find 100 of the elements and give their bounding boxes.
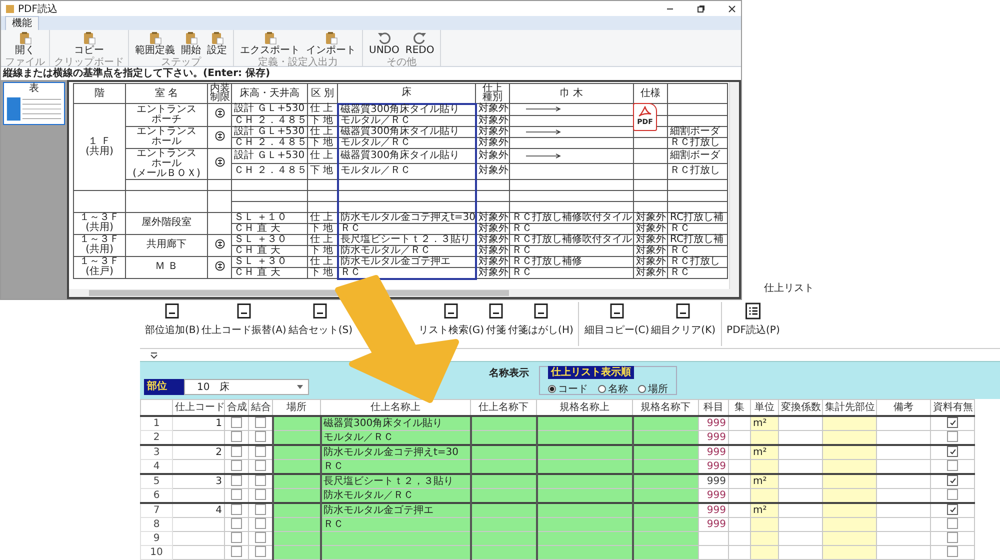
circled-mark-icon	[214, 157, 224, 167]
checkbox[interactable]	[947, 546, 958, 558]
radio-button[interactable]: 名称	[598, 382, 628, 396]
group-title: 仕上リスト表示順	[548, 366, 634, 379]
scrollbar[interactable]	[69, 289, 739, 297]
checkbox[interactable]	[231, 504, 242, 516]
checkbox[interactable]	[231, 489, 242, 500]
table-cell: 対象外	[636, 244, 666, 256]
ribbon-button[interactable]: 設定	[205, 31, 229, 56]
scrollbar[interactable]	[729, 82, 739, 289]
checkbox[interactable]	[254, 475, 266, 486]
checkbox[interactable]	[254, 431, 266, 442]
checkbox[interactable]	[947, 460, 958, 472]
table-cell: 細割ボーダ	[670, 126, 720, 136]
table-cell: 磁器質300角床タイル貼り	[340, 104, 460, 114]
ribbon-button[interactable]: エクスポート	[238, 31, 302, 56]
column-header: 変換係数	[781, 402, 821, 412]
column-header: 単位	[754, 402, 774, 412]
ribbon-button[interactable]: REDO	[403, 31, 436, 56]
close-icon[interactable]	[727, 4, 737, 14]
table-cell: ＣＨ ２．４８５	[234, 114, 308, 126]
radio-button[interactable]: 場所	[638, 382, 668, 396]
table-cell: モルタル／ＲＣ	[340, 165, 410, 176]
table-cell: 対象外	[478, 244, 508, 256]
table-cell: 対象外	[478, 150, 508, 161]
part-dropdown[interactable]: 10 床	[184, 379, 309, 395]
checkbox[interactable]	[231, 532, 242, 544]
table-cell: 999	[706, 418, 726, 428]
toolbar-button[interactable]: PDF読込(P)	[726, 302, 781, 338]
checkbox[interactable]	[947, 518, 958, 530]
table-cell: 磁器質300角床タイル貼り	[340, 150, 460, 161]
toolbar-button[interactable]: 細目クリア(K)	[650, 302, 717, 338]
toolbar-button[interactable]: 部位追加(B)	[144, 302, 201, 338]
room-name: 屋外階段室	[142, 217, 192, 228]
column-header: 備考	[894, 402, 914, 412]
checkbox[interactable]	[254, 546, 266, 558]
checkbox[interactable]	[231, 518, 242, 530]
table-cell: 1	[216, 418, 222, 428]
column-header: 内装制限	[210, 84, 230, 102]
checkbox[interactable]	[947, 417, 958, 428]
ribbon-button[interactable]: 開始	[179, 31, 203, 56]
table-cell: 対象外	[478, 256, 508, 266]
table-cell: モルタル／ＲＣ	[340, 136, 410, 148]
checkbox[interactable]	[254, 417, 266, 428]
checkbox[interactable]	[254, 446, 266, 458]
ribbon-button[interactable]: 範囲定義	[133, 31, 177, 56]
checkbox[interactable]	[254, 518, 266, 530]
column-header: 場所	[286, 402, 306, 412]
row-number: 4	[140, 460, 172, 474]
checkbox[interactable]	[231, 475, 242, 486]
page-thumbnail[interactable]: 表	[3, 82, 65, 125]
dropdown-icon[interactable]	[150, 351, 158, 360]
checkbox[interactable]	[947, 489, 958, 500]
ribbon-button[interactable]: インポート	[304, 31, 358, 56]
table-cell: RC打放し補	[670, 212, 724, 222]
checkbox[interactable]	[254, 489, 266, 500]
table-cell: 対象外	[478, 266, 508, 278]
checkbox[interactable]	[231, 460, 242, 472]
table-cell: 3	[216, 476, 222, 486]
instruction-text: 縦線または横線の基準点を指定して下さい。(Enter: 保存)	[2, 67, 272, 80]
document-icon	[487, 302, 506, 320]
document-icon	[163, 302, 182, 320]
table-cell: ＲＣ	[670, 266, 690, 278]
toolbar-button[interactable]: 仕上コード振替(A)	[200, 302, 288, 338]
table-cell: 長尺塩ビシートｔ２．３貼り	[340, 234, 470, 244]
table-cell: 4	[216, 504, 222, 516]
table-cell: m²	[753, 418, 767, 428]
ribbon-button[interactable]: コピー	[72, 31, 106, 56]
column-header: 巾 木	[560, 88, 584, 98]
toolbar-button[interactable]: リスト検索(G)	[417, 302, 486, 338]
checkbox[interactable]	[231, 417, 242, 428]
checkbox[interactable]	[254, 504, 266, 516]
checkbox[interactable]	[254, 460, 266, 472]
toolbar-button[interactable]: 細目コピー(C)	[583, 302, 650, 338]
arrow-icon	[526, 128, 562, 134]
checkbox[interactable]	[947, 504, 958, 516]
checkbox[interactable]	[947, 431, 958, 442]
table-cell: ＲＣ	[512, 244, 532, 256]
radio-button[interactable]: コード	[548, 382, 588, 396]
checkbox[interactable]	[947, 532, 958, 544]
toolbar-button[interactable]: 付箋	[485, 302, 508, 338]
checkbox[interactable]	[231, 546, 242, 558]
checkbox[interactable]	[947, 446, 958, 458]
table-cell: 長尺塩ビシートｔ２，３貼り	[324, 476, 454, 486]
checkbox[interactable]	[231, 431, 242, 442]
ribbon-button[interactable]: 開く	[13, 31, 37, 56]
toolbar-button[interactable]: 結合セット(S)	[287, 302, 354, 338]
table-cell: ＲＣ打放し	[670, 256, 720, 266]
row-number: 8	[140, 518, 172, 532]
toolbar-button[interactable]: 付箋はがし(H)	[507, 302, 574, 338]
ribbon-tab[interactable]: 機能	[5, 16, 39, 30]
checkbox[interactable]	[254, 532, 266, 544]
table-cell: ＣＨ 直 天	[234, 244, 280, 256]
table-cell: 対象外	[478, 103, 508, 114]
ribbon-button[interactable]: UNDO	[367, 31, 402, 56]
table-cell: ＲＣ打放し補修	[512, 256, 582, 266]
restore-icon[interactable]	[696, 4, 706, 14]
checkbox[interactable]	[947, 475, 958, 486]
checkbox[interactable]	[231, 446, 242, 458]
row-number: 6	[140, 488, 172, 503]
